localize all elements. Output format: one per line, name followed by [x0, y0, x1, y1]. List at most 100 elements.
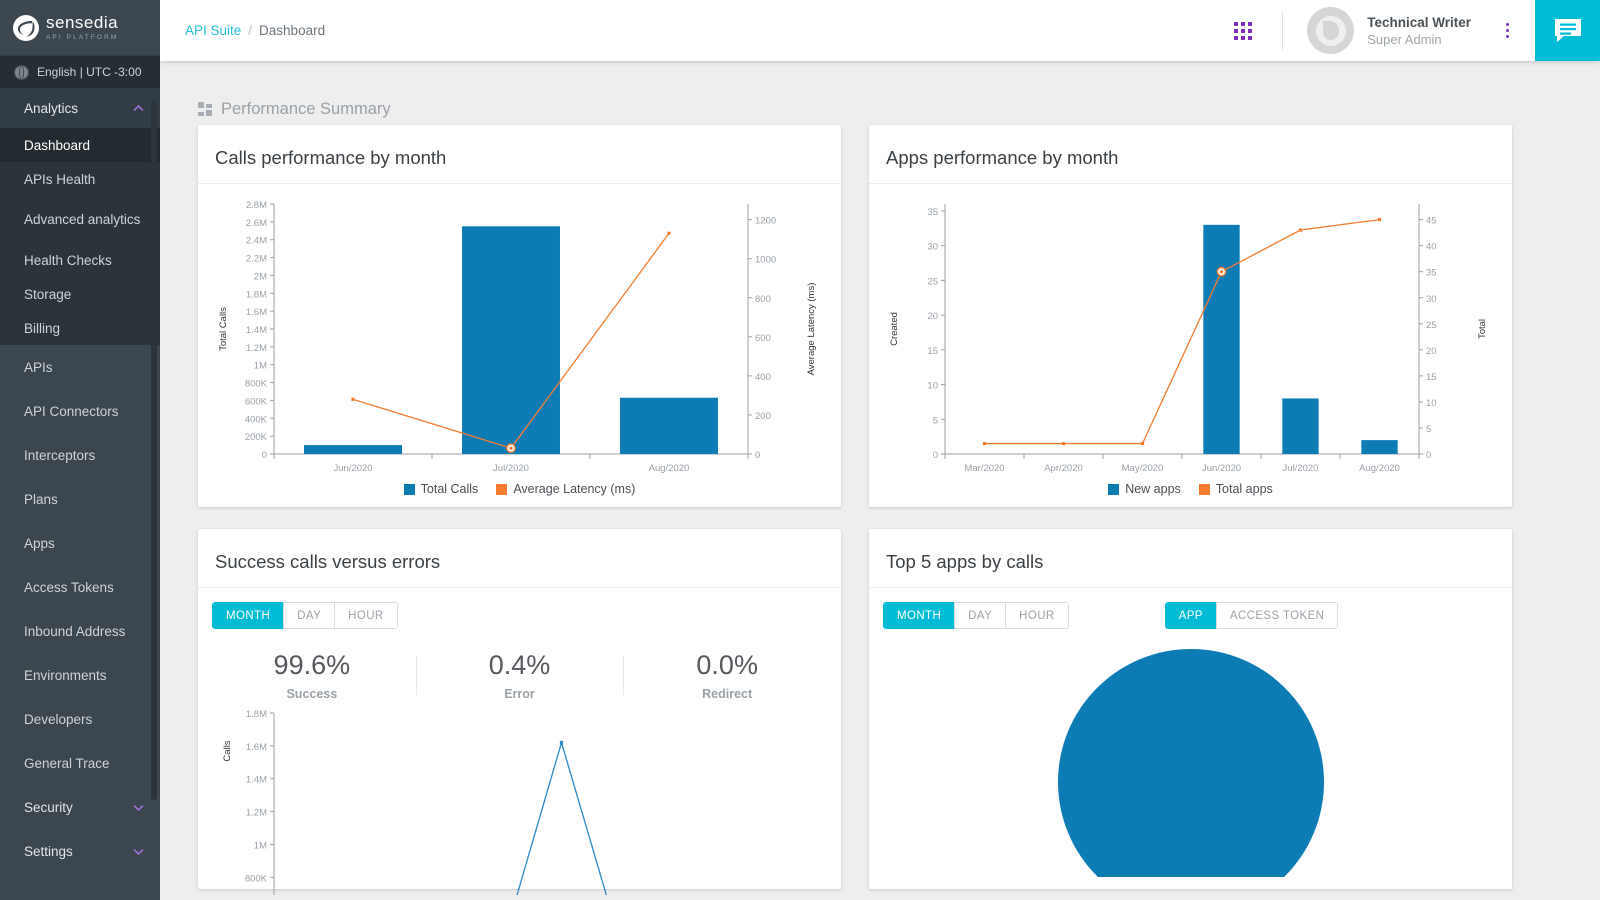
chart-top-apps-pie[interactable]: [1051, 647, 1331, 877]
legend-item-new-apps[interactable]: New apps: [1108, 482, 1181, 496]
sidebar-item-environments-label: Environments: [24, 668, 107, 683]
svg-text:25: 25: [1426, 320, 1437, 331]
kpi-error-label: Error: [416, 687, 624, 701]
top-bar-divider: [1282, 12, 1283, 50]
top-apps-period-hour[interactable]: HOUR: [1005, 602, 1068, 629]
sidebar-item-dashboard[interactable]: Dashboard: [0, 128, 160, 162]
svg-text:1.6M: 1.6M: [246, 742, 267, 753]
legend-label: Total Calls: [421, 482, 479, 496]
chart-calls-legend: Total Calls Average Latency (ms): [212, 482, 827, 496]
svg-text:35: 35: [927, 207, 938, 218]
sidebar-item-inbound-address[interactable]: Inbound Address: [0, 609, 160, 653]
sidebar-item-developers-label: Developers: [24, 712, 92, 727]
sidebar-item-advanced-analytics[interactable]: Advanced analytics: [0, 196, 160, 243]
svg-text:Mar/2020: Mar/2020: [964, 463, 1004, 474]
language-selector[interactable]: English | UTC -3:00: [0, 56, 160, 88]
sidebar-item-advanced-analytics-label: Advanced analytics: [24, 212, 140, 227]
sidebar-item-apps[interactable]: Apps: [0, 521, 160, 565]
sensedia-logo-icon: [12, 14, 40, 42]
chat-icon[interactable]: [1535, 0, 1600, 61]
top-apps-scope-app[interactable]: APP: [1165, 602, 1217, 629]
top-apps-scope-segmented: APP ACCESS TOKEN: [1165, 602, 1339, 629]
chart-calls-performance[interactable]: 0200K400K600K800K1M1.2M1.4M1.6M1.8M2M2.2…: [212, 194, 826, 484]
success-period-hour[interactable]: HOUR: [334, 602, 397, 629]
top-apps-period-day[interactable]: DAY: [954, 602, 1006, 629]
sidebar-item-developers[interactable]: Developers: [0, 697, 160, 741]
svg-text:0: 0: [933, 450, 938, 461]
svg-text:400: 400: [755, 372, 771, 383]
top-apps-scope-access-token[interactable]: ACCESS TOKEN: [1216, 602, 1339, 629]
legend-swatch: [496, 484, 507, 495]
apps-grid-icon[interactable]: [1234, 22, 1252, 40]
sidebar-item-billing[interactable]: Billing: [0, 311, 160, 345]
svg-text:0: 0: [1426, 450, 1431, 461]
svg-text:35: 35: [1426, 268, 1437, 279]
success-kpis: 99.6% Success 0.4% Error 0.0% Redirect: [198, 649, 841, 701]
brand-logo[interactable]: sensedia API PLATFORM: [0, 0, 160, 56]
card-top-apps: Top 5 apps by calls MONTH DAY HOUR APP A…: [869, 529, 1512, 889]
legend-swatch: [404, 484, 415, 495]
sidebar-item-inbound-address-label: Inbound Address: [24, 624, 125, 639]
svg-text:1200: 1200: [755, 216, 776, 227]
legend-label: Average Latency (ms): [513, 482, 635, 496]
sidebar-scrollbar-thumb[interactable]: [151, 100, 157, 800]
svg-text:Apr/2020: Apr/2020: [1044, 463, 1083, 474]
sidebar-item-environments[interactable]: Environments: [0, 653, 160, 697]
language-label: English | UTC -3:00: [37, 65, 142, 79]
success-period-month[interactable]: MONTH: [212, 602, 284, 629]
chevron-down-icon: [133, 846, 144, 857]
breadcrumb-api-suite[interactable]: API Suite: [185, 23, 241, 38]
svg-text:Aug/2020: Aug/2020: [649, 463, 690, 474]
svg-text:Total: Total: [1477, 319, 1488, 339]
svg-text:800K: 800K: [245, 379, 268, 390]
svg-text:Average Latency (ms): Average Latency (ms): [806, 283, 817, 376]
chart-apps-performance[interactable]: 05101520253035Created051015202530354045T…: [883, 194, 1497, 484]
svg-text:400K: 400K: [245, 414, 268, 425]
user-info[interactable]: Technical Writer Super Admin: [1367, 14, 1471, 48]
sidebar-item-health-checks[interactable]: Health Checks: [0, 243, 160, 277]
page-title: Performance Summary: [221, 100, 391, 119]
svg-text:Jul/2020: Jul/2020: [493, 463, 529, 474]
sidebar: sensedia API PLATFORM English | UTC -3:0…: [0, 0, 160, 900]
page-header: Performance Summary: [160, 61, 1600, 125]
avatar[interactable]: [1307, 7, 1354, 54]
svg-text:1.4M: 1.4M: [246, 325, 267, 336]
sidebar-item-api-connectors[interactable]: API Connectors: [0, 389, 160, 433]
sidebar-item-apis-health[interactable]: APIs Health: [0, 162, 160, 196]
card-apps-performance: Apps performance by month 05101520253035…: [869, 125, 1512, 507]
kpi-redirect-value: 0.0%: [623, 649, 831, 681]
svg-text:1.2M: 1.2M: [246, 343, 267, 354]
sidebar-group-security[interactable]: Security: [0, 785, 160, 829]
svg-text:200K: 200K: [245, 432, 268, 443]
card-calls-performance-title: Calls performance by month: [198, 125, 841, 184]
kpi-success-label: Success: [208, 687, 416, 701]
sidebar-group-settings-label: Settings: [24, 844, 73, 859]
top-apps-period-month[interactable]: MONTH: [883, 602, 955, 629]
chevron-down-icon: [133, 802, 144, 813]
sidebar-item-storage[interactable]: Storage: [0, 277, 160, 311]
top-bar: API Suite / Dashboard Technical Writer S…: [160, 0, 1600, 61]
sidebar-item-interceptors[interactable]: Interceptors: [0, 433, 160, 477]
sidebar-item-apis[interactable]: APIs: [0, 345, 160, 389]
sidebar-item-general-trace-label: General Trace: [24, 756, 110, 771]
user-role: Super Admin: [1367, 31, 1471, 48]
chart-success-versus-errors[interactable]: 400K600K800K1M1.2M1.4M1.6M1.8MCalls: [212, 705, 826, 895]
card-calls-performance-body: 0200K400K600K800K1M1.2M1.4M1.6M1.8M2M2.2…: [198, 184, 841, 508]
svg-text:Calls: Calls: [222, 740, 233, 761]
more-vertical-icon[interactable]: [1497, 21, 1517, 41]
sidebar-subnav-analytics: Dashboard APIs Health Advanced analytics…: [0, 128, 160, 345]
sidebar-item-api-connectors-label: API Connectors: [24, 404, 119, 419]
success-period-segmented: MONTH DAY HOUR: [212, 602, 398, 629]
legend-item-total-apps[interactable]: Total apps: [1199, 482, 1273, 496]
sidebar-nav: Analytics Dashboard APIs Health Advanced…: [0, 88, 160, 900]
sidebar-item-general-trace[interactable]: General Trace: [0, 741, 160, 785]
legend-item-average-latency[interactable]: Average Latency (ms): [496, 482, 635, 496]
sidebar-item-plans[interactable]: Plans: [0, 477, 160, 521]
legend-item-total-calls[interactable]: Total Calls: [404, 482, 479, 496]
success-period-day[interactable]: DAY: [283, 602, 335, 629]
sidebar-item-access-tokens[interactable]: Access Tokens: [0, 565, 160, 609]
sidebar-group-analytics[interactable]: Analytics: [0, 88, 160, 128]
svg-text:1.8M: 1.8M: [246, 289, 267, 300]
sidebar-group-settings[interactable]: Settings: [0, 829, 160, 873]
svg-text:200: 200: [755, 411, 771, 422]
